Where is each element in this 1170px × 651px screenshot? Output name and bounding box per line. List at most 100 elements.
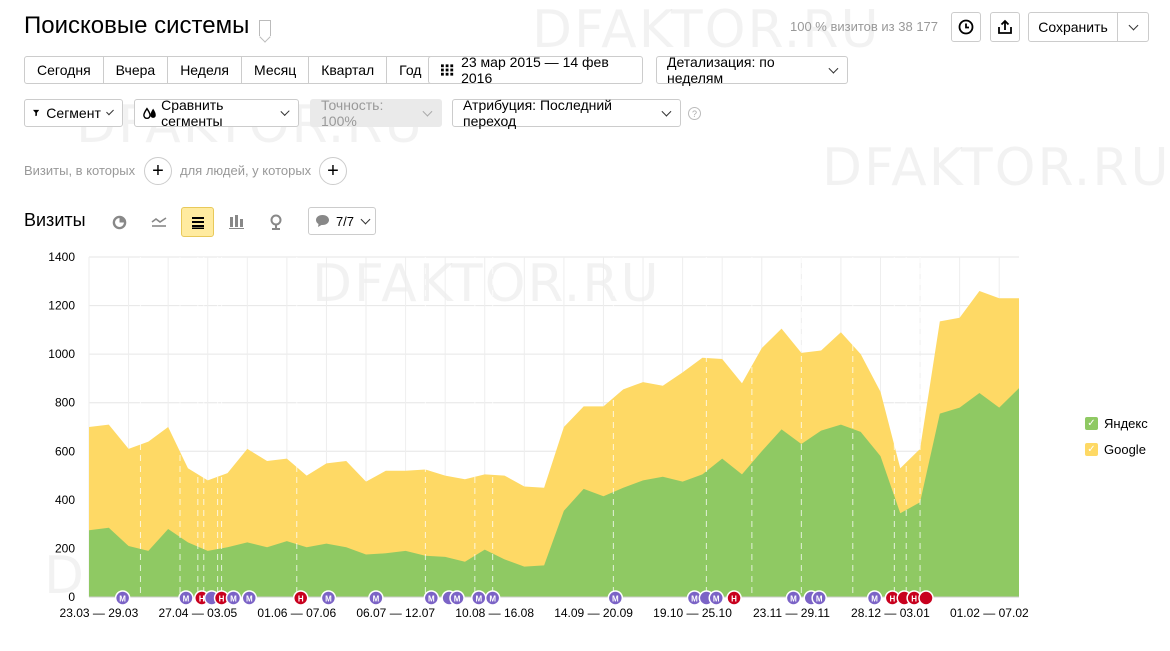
annotation-marker (896, 590, 912, 606)
annotation-marker-label: М (246, 595, 253, 604)
annotation-marker (225, 590, 242, 606)
people-condition-label: для людей, у которых (180, 163, 312, 178)
line-chart-view-button[interactable] (142, 207, 175, 237)
save-button-label[interactable]: Сохранить (1029, 13, 1118, 41)
period-quarter[interactable]: Квартал (309, 57, 388, 83)
annotation-marker (726, 590, 742, 606)
annotation-marker-label: М (612, 595, 619, 604)
x-tick-label: 01.02 — 07.02 (950, 606, 1029, 620)
comment-icon (315, 215, 329, 227)
clock-icon (958, 19, 974, 35)
export-button[interactable] (990, 12, 1020, 42)
attribution-label: Атрибуция: Последний переход (463, 97, 612, 129)
bar-chart-icon (229, 215, 244, 229)
watermark: DFAKTOR.RU (44, 546, 393, 606)
legend-item-yandex[interactable]: ✓ Яндекс (1085, 416, 1148, 431)
annotation-marker-label: М (713, 595, 720, 604)
annotation-marker (423, 590, 440, 606)
plus-icon: + (327, 160, 339, 182)
annotation-marker (194, 590, 210, 606)
x-tick-label: 23.03 — 29.03 (60, 606, 139, 620)
map-view-button[interactable] (259, 207, 292, 237)
pie-chart-icon (112, 215, 127, 229)
y-tick-label: 800 (55, 396, 75, 410)
annotations-button[interactable]: 7/7 (308, 207, 376, 235)
check-icon: ✓ (1085, 443, 1098, 456)
history-button[interactable] (951, 12, 981, 42)
period-today[interactable]: Сегодня (25, 57, 104, 83)
chevron-down-icon (105, 107, 114, 115)
add-people-condition-button[interactable]: + (319, 157, 347, 185)
share-icon (998, 19, 1012, 34)
annotation-marker-label: М (790, 595, 797, 604)
annotation-marker-label: М (691, 595, 698, 604)
bar-chart-view-button[interactable] (220, 207, 253, 237)
annotation-marker-label: М (489, 595, 496, 604)
date-range-picker[interactable]: 23 мар 2015 — 14 фев 2016 (428, 54, 643, 86)
chevron-down-icon (360, 214, 371, 224)
attribution-select[interactable]: Атрибуция: Последний переход (452, 97, 681, 129)
annotation-marker-label: М (454, 595, 461, 604)
annotation-marker-label: Н (889, 595, 895, 604)
watermark: DFAKTOR.RU (595, 452, 944, 512)
legend-item-google[interactable]: ✓ Google (1085, 442, 1148, 457)
add-visits-condition-button[interactable]: + (144, 157, 172, 185)
annotation-marker (607, 590, 624, 606)
legend-label: Яндекс (1104, 416, 1148, 431)
pie-chart-view-button[interactable] (103, 207, 136, 237)
x-tick-label: 14.09 — 20.09 (554, 606, 633, 620)
x-tick-label: 06.07 — 12.07 (356, 606, 435, 620)
period-year[interactable]: Год (387, 57, 433, 83)
accuracy-label: Точность: 100% (321, 97, 384, 129)
compare-label: Сравнить сегменты (161, 97, 224, 129)
y-tick-label: 200 (55, 541, 75, 555)
filter-icon (33, 109, 40, 117)
annotation-marker-label: М (816, 595, 823, 604)
chevron-down-icon (1128, 20, 1138, 30)
annotation-marker (866, 590, 883, 606)
compare-segments-button[interactable]: Сравнить сегменты (134, 97, 299, 129)
period-yesterday[interactable]: Вчера (104, 57, 169, 83)
annotation-marker (368, 590, 384, 606)
area-chart-view-button[interactable] (181, 207, 214, 237)
annotation-marker (785, 590, 802, 606)
annotation-marker (471, 590, 487, 606)
page-title: Поисковые системы (24, 12, 250, 39)
x-tick-label: 19.10 — 25.10 (653, 606, 732, 620)
accuracy-select[interactable]: Точность: 100% (310, 97, 442, 129)
save-dropdown[interactable] (1118, 13, 1148, 41)
x-tick-label: 10.08 — 16.08 (455, 606, 534, 620)
annotation-marker (292, 590, 309, 606)
plus-icon: + (152, 160, 164, 182)
annotation-marker-label: Н (199, 595, 205, 604)
period-week[interactable]: Неделя (168, 57, 243, 83)
period-selector: Сегодня Вчера Неделя Месяц Квартал Год (24, 56, 435, 84)
page-header: Поисковые системы (24, 12, 272, 40)
annotation-marker-label: М (871, 595, 878, 604)
bookmark-icon[interactable] (259, 20, 272, 36)
annotation-marker-label: М (373, 595, 380, 604)
period-month[interactable]: Месяц (242, 57, 310, 83)
annotation-marker (708, 590, 725, 606)
annotation-marker (906, 590, 922, 606)
detail-label: Детализация: по неделям (667, 54, 775, 86)
segment-button[interactable]: Сегмент (24, 99, 123, 127)
annotation-marker (811, 590, 827, 606)
x-tick-label: 27.04 — 03.05 (158, 606, 237, 620)
detail-select[interactable]: Детализация: по неделям (656, 54, 848, 86)
y-tick-label: 1000 (48, 347, 75, 361)
google-area (89, 291, 1019, 597)
chevron-down-icon (280, 106, 290, 116)
map-pin-icon (270, 214, 281, 230)
annotation-marker (686, 590, 703, 606)
x-tick-label: 01.06 — 07.06 (257, 606, 336, 620)
save-button[interactable]: Сохранить (1028, 12, 1149, 42)
watermark: DFAKTOR.RU (312, 254, 661, 314)
annotation-marker (203, 590, 220, 606)
y-tick-label: 0 (68, 590, 75, 604)
x-tick-label: 23.11 — 29.11 (753, 606, 830, 620)
chart-title: Визиты (24, 210, 86, 230)
help-icon[interactable]: ? (688, 107, 701, 120)
legend-label: Google (1104, 442, 1146, 457)
annotation-marker-label: Н (298, 595, 304, 604)
